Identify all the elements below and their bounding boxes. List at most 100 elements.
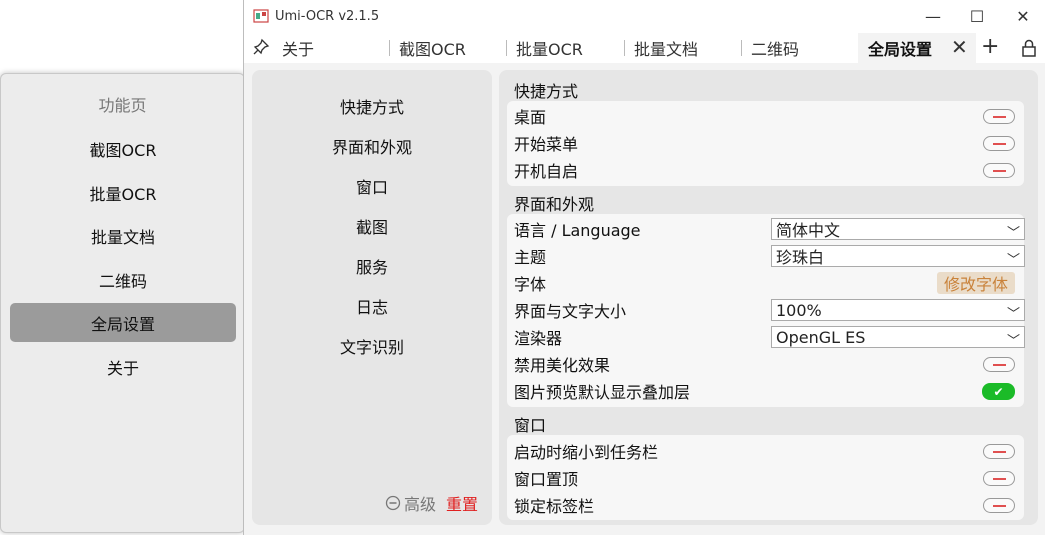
setting-autostart: 开机自启 bbox=[514, 157, 1024, 183]
minus-circle-icon bbox=[385, 495, 401, 511]
scale-select[interactable]: 100% ﹀ bbox=[771, 299, 1025, 322]
setting-label: 字体 bbox=[514, 275, 547, 294]
select-value: 100% bbox=[776, 300, 822, 320]
renderer-select[interactable]: OpenGL ES ﹀ bbox=[771, 326, 1025, 349]
tab-separator bbox=[624, 40, 625, 56]
window-card: 启动时缩小到任务栏 窗口置顶 锁定标签栏 bbox=[507, 435, 1024, 520]
tab-batch-doc[interactable]: 批量文档 bbox=[634, 33, 698, 63]
settings-nav-screenshot[interactable]: 截图 bbox=[252, 214, 492, 238]
setting-label: 锁定标签栏 bbox=[514, 497, 595, 516]
window-title: Umi-OCR v2.1.5 bbox=[275, 9, 380, 24]
tab-qrcode[interactable]: 二维码 bbox=[751, 33, 799, 63]
advanced-toggle[interactable]: 高级 bbox=[385, 491, 436, 515]
app-logo-icon bbox=[253, 9, 269, 23]
side-item-batch-doc[interactable]: 批量文档 bbox=[10, 216, 236, 255]
setting-theme: 主题 珍珠白 ﹀ bbox=[514, 243, 1025, 269]
feature-page-title: 功能页 bbox=[98, 96, 147, 115]
tab-separator bbox=[389, 40, 390, 56]
maximize-button[interactable]: ☐ bbox=[954, 0, 1000, 33]
chevron-down-icon: ﹀ bbox=[1006, 334, 1020, 349]
setting-label: 启动时缩小到任务栏 bbox=[514, 443, 659, 462]
setting-label: 主题 bbox=[514, 248, 547, 267]
pin-icon[interactable] bbox=[252, 38, 270, 56]
close-icon: ✕ bbox=[1016, 7, 1030, 26]
start-menu-toggle[interactable] bbox=[983, 136, 1015, 151]
setting-label: 渲染器 bbox=[514, 329, 563, 348]
setting-lock-tabs: 锁定标签栏 bbox=[514, 492, 1024, 518]
desktop-toggle[interactable] bbox=[983, 109, 1015, 124]
setting-label: 开机自启 bbox=[514, 162, 579, 181]
setting-font: 字体 修改字体 bbox=[514, 270, 1024, 296]
section-title-shortcuts: 快捷方式 bbox=[514, 82, 579, 101]
settings-nav-appearance[interactable]: 界面和外观 bbox=[252, 134, 492, 158]
setting-always-on-top: 窗口置顶 bbox=[514, 465, 1024, 491]
settings-nav-service[interactable]: 服务 bbox=[252, 254, 492, 278]
change-font-button[interactable]: 修改字体 bbox=[936, 272, 1015, 294]
language-select[interactable]: 简体中文 ﹀ bbox=[771, 218, 1025, 241]
setting-disable-effects: 禁用美化效果 bbox=[514, 351, 1024, 377]
select-value: 简体中文 bbox=[776, 221, 841, 240]
lock-tabs-toggle[interactable] bbox=[983, 498, 1015, 513]
chevron-down-icon: ﹀ bbox=[1006, 253, 1020, 268]
setting-label: 禁用美化效果 bbox=[514, 356, 611, 375]
select-value: 珍珠白 bbox=[776, 248, 825, 267]
tab-bar: 关于 截图OCR 批量OCR 批量文档 二维码 全局设置 ✕ + bbox=[244, 33, 1045, 63]
appearance-card: 语言 / Language 简体中文 ﹀ 主题 珍珠白 ﹀ 字体 修改字体 界面… bbox=[507, 214, 1025, 407]
theme-select[interactable]: 珍珠白 ﹀ bbox=[771, 245, 1025, 268]
minimize-on-start-toggle[interactable] bbox=[983, 444, 1015, 459]
setting-label: 图片预览默认显示叠加层 bbox=[514, 383, 691, 402]
setting-language: 语言 / Language 简体中文 ﹀ bbox=[514, 216, 1025, 242]
tab-batch-ocr[interactable]: 批量OCR bbox=[516, 33, 583, 63]
reset-button[interactable]: 重置 bbox=[446, 491, 478, 515]
settings-nav-window[interactable]: 窗口 bbox=[252, 174, 492, 198]
side-item-screenshot-ocr[interactable]: 截图OCR bbox=[10, 129, 236, 168]
settings-nav-shortcuts[interactable]: 快捷方式 bbox=[252, 94, 492, 118]
settings-nav-panel: 快捷方式 界面和外观 窗口 截图 服务 日志 文字识别 高级 重置 bbox=[252, 70, 492, 525]
chevron-down-icon: ﹀ bbox=[1006, 226, 1020, 241]
close-window-button[interactable]: ✕ bbox=[1000, 0, 1045, 33]
setting-label: 窗口置顶 bbox=[514, 470, 579, 489]
advanced-label: 高级 bbox=[403, 495, 436, 514]
autostart-toggle[interactable] bbox=[983, 163, 1015, 178]
overlay-toggle[interactable]: ✔ bbox=[982, 383, 1015, 400]
setting-minimize-on-start: 启动时缩小到任务栏 bbox=[514, 438, 1024, 464]
setting-start-menu: 开始菜单 bbox=[514, 130, 1024, 156]
title-bar: Umi-OCR v2.1.5 — ☐ ✕ bbox=[244, 0, 1045, 33]
section-title-appearance: 界面和外观 bbox=[514, 195, 595, 214]
add-tab-icon[interactable]: + bbox=[981, 34, 999, 59]
feature-page-panel: 功能页 截图OCR 批量OCR 批量文档 二维码 全局设置 关于 bbox=[0, 73, 245, 533]
always-on-top-toggle[interactable] bbox=[983, 471, 1015, 486]
tab-screenshot-ocr[interactable]: 截图OCR bbox=[399, 33, 466, 63]
setting-overlay: 图片预览默认显示叠加层 ✔ bbox=[514, 378, 1024, 404]
chevron-down-icon: ﹀ bbox=[1006, 307, 1020, 322]
check-icon: ✔ bbox=[993, 384, 1004, 399]
setting-label: 界面与文字大小 bbox=[514, 302, 627, 321]
tab-separator bbox=[741, 40, 742, 56]
side-item-about[interactable]: 关于 bbox=[10, 347, 236, 386]
settings-nav-log[interactable]: 日志 bbox=[252, 294, 492, 318]
tab-about[interactable]: 关于 bbox=[282, 33, 314, 63]
main-window: Umi-OCR v2.1.5 — ☐ ✕ 关于 截图OCR 批量OCR 批量文档… bbox=[243, 0, 1045, 535]
lock-icon[interactable] bbox=[1020, 38, 1038, 58]
setting-renderer: 渲染器 OpenGL ES ﹀ bbox=[514, 324, 1025, 350]
tab-close-icon[interactable]: ✕ bbox=[951, 35, 968, 59]
minimize-button[interactable]: — bbox=[910, 0, 956, 33]
side-item-qrcode[interactable]: 二维码 bbox=[10, 260, 236, 299]
tab-separator bbox=[506, 40, 507, 56]
settings-nav-footer: 高级 重置 bbox=[385, 491, 478, 515]
setting-desktop: 桌面 bbox=[514, 103, 1024, 129]
shortcuts-card: 桌面 开始菜单 开机自启 bbox=[507, 101, 1024, 186]
settings-nav-ocr[interactable]: 文字识别 bbox=[252, 334, 492, 358]
tab-global-settings-label: 全局设置 bbox=[868, 40, 933, 59]
side-item-global-settings[interactable]: 全局设置 bbox=[10, 303, 236, 342]
setting-label: 桌面 bbox=[514, 108, 547, 127]
setting-scale: 界面与文字大小 100% ﹀ bbox=[514, 297, 1025, 323]
side-item-batch-ocr[interactable]: 批量OCR bbox=[10, 173, 236, 212]
settings-content: 快捷方式 桌面 开始菜单 开机自启 界面和外观 语言 / Language 简体… bbox=[499, 70, 1038, 525]
setting-label: 语言 / Language bbox=[514, 221, 641, 240]
setting-label: 开始菜单 bbox=[514, 135, 579, 154]
section-title-window: 窗口 bbox=[514, 416, 547, 435]
maximize-icon: ☐ bbox=[969, 7, 985, 26]
select-value: OpenGL ES bbox=[776, 327, 866, 347]
disable-effects-toggle[interactable] bbox=[983, 357, 1015, 372]
